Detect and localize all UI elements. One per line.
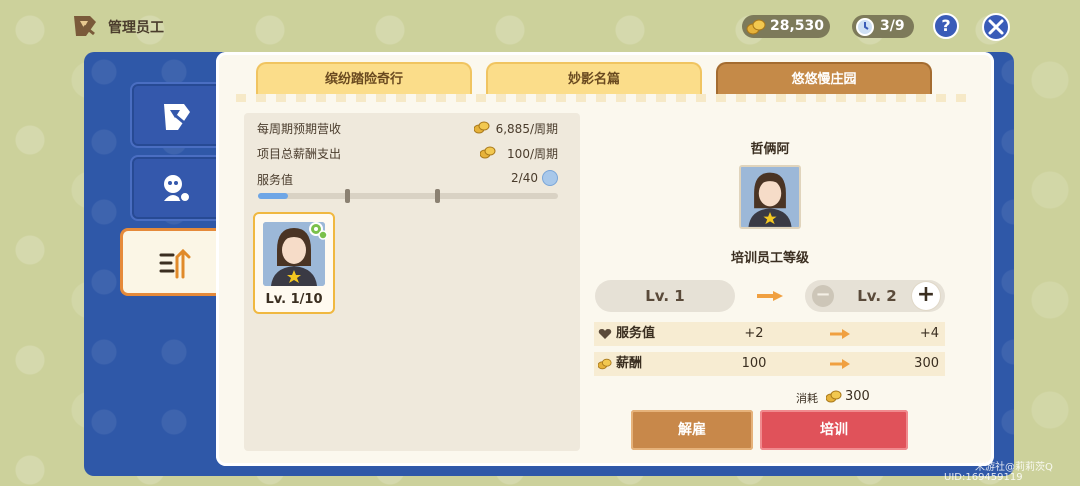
coin-icon [598,358,612,370]
target-level: Lv. 2 [857,287,897,305]
service-label: 服务值 [257,173,294,187]
level-up-icon [159,248,191,279]
stat-label: 薪酬 [616,356,643,371]
staff-count: 3/9 [880,18,905,34]
tab-adventure[interactable]: 缤纷踏险奇行 [256,62,472,98]
level-plus-button[interactable]: + [912,282,940,310]
salary-label: 项目总薪酬支出 [257,147,342,161]
coin-icon [480,146,496,159]
stat-from: +2 [744,326,764,341]
current-level: Lv. 1 [595,280,735,312]
arrow-right-icon [830,359,850,369]
mood-face-icon [542,170,558,186]
weekly-revenue-label: 每周期预期营收 [257,122,342,136]
currency-display: 28,530 [742,15,830,38]
arrow-right-icon [830,329,850,339]
employee-name: 哲俩阿 [750,142,790,157]
arrow-right-icon [757,291,783,301]
clock-icon [856,18,874,36]
fire-button[interactable]: 解雇 [631,410,753,450]
progress-milestone [435,189,440,203]
manage-logo-icon [74,16,96,36]
watermark-text: 米游社@莉莉茨Q [975,462,1053,473]
side-tab-staff[interactable] [130,155,218,221]
staff-count-display: 3/9 [852,15,914,38]
gear-icon [309,222,328,240]
level-minus-button[interactable]: − [812,285,834,307]
side-tab-projects[interactable] [130,82,218,148]
project-icon [164,104,190,130]
page-title: 管理员工 [108,20,164,36]
detail-portrait [739,165,801,229]
currency-amount: 28,530 [770,18,825,34]
service-value: 2/40 [511,171,538,185]
coin-icon [826,390,842,403]
coin-icon [474,121,490,134]
watermark-uid: UID:169459119 [944,472,1023,483]
close-icon [988,19,1004,35]
employee-level: Lv. 1/10 [265,292,323,307]
employee-avatar [741,167,799,227]
tab-divider [236,94,966,102]
side-tab-training[interactable] [120,228,218,296]
progress-milestone [345,189,350,203]
heart-icon [598,329,612,339]
salary-value: 100/周期 [507,147,558,161]
stat-label: 服务值 [616,326,656,341]
close-button[interactable] [982,13,1010,41]
coin-icon [746,19,766,35]
service-progress-bar [258,193,558,199]
staff-icon [164,175,191,203]
train-level-title: 培训员工等级 [730,251,809,266]
tab-manor[interactable]: 悠悠慢庄园 [716,62,932,98]
stat-to: 300 [914,356,939,371]
stat-row-service: 服务值 +2 +4 [594,322,945,346]
tab-shadow[interactable]: 妙影名篇 [486,62,702,98]
cost-label: 消耗 [796,392,818,405]
stat-row-salary: 薪酬 100 300 [594,352,945,376]
stat-to: +4 [919,326,939,341]
stat-from: 100 [741,356,767,371]
service-progress-fill [258,193,288,199]
cost-value: 300 [845,389,870,404]
train-button[interactable]: 培训 [760,410,908,450]
help-button[interactable]: ? [933,13,959,39]
weekly-revenue-value: 6,885/周期 [495,122,558,136]
